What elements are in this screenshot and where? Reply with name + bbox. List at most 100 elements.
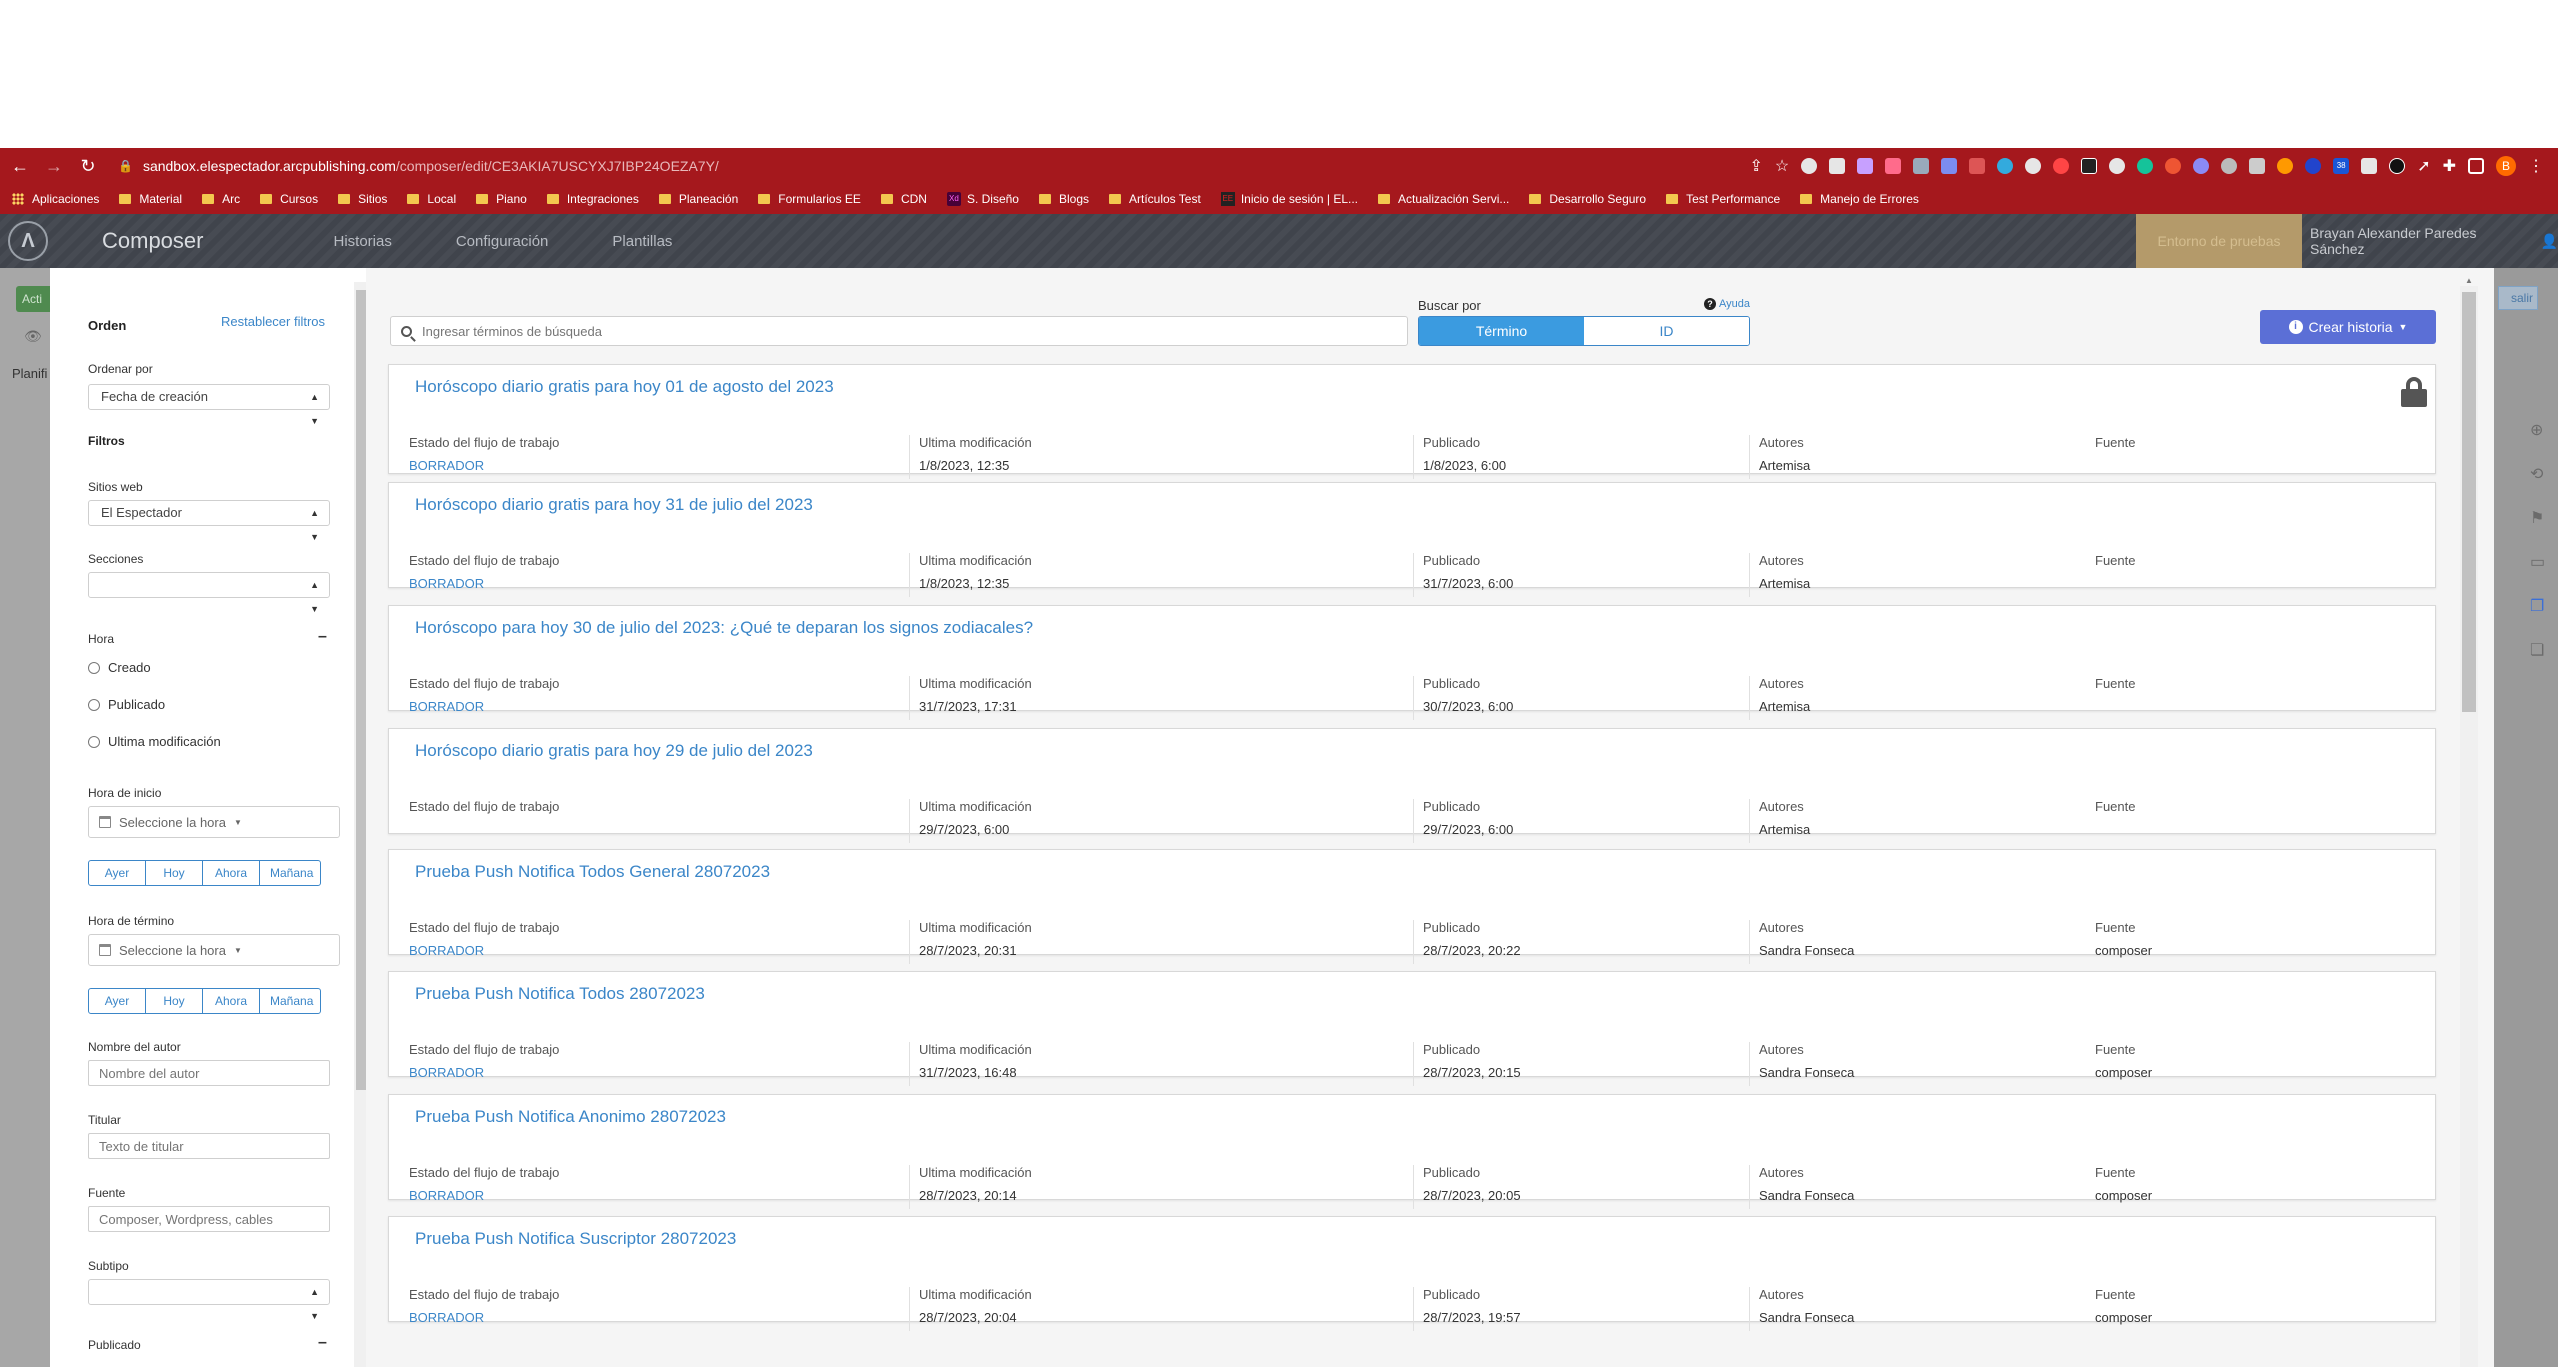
story-title-link[interactable]: Horóscopo diario gratis para hoy 29 de j… [415, 741, 813, 761]
help-link[interactable]: ? Ayuda [1704, 298, 1750, 310]
menu-kebab-icon[interactable]: ⋮ [2528, 156, 2544, 176]
story-title-link[interactable]: Prueba Push Notifica Suscriptor 28072023 [415, 1229, 736, 1249]
sort-by-select[interactable]: Fecha de creación ▲ ▼ [88, 384, 330, 426]
story-meta-value[interactable]: BORRADOR [409, 1188, 559, 1203]
star-icon[interactable]: ☆ [1775, 156, 1789, 176]
nav-plantillas[interactable]: Plantillas [612, 233, 672, 250]
extension-icon[interactable] [2361, 158, 2378, 174]
story-meta-value[interactable]: BORRADOR [409, 699, 559, 714]
extension-icon[interactable] [2053, 158, 2070, 174]
arc-logo-icon[interactable]: Λ [8, 221, 48, 261]
end-today-button[interactable]: Hoy [145, 988, 203, 1014]
search-by-term-button[interactable]: Término [1419, 317, 1584, 345]
bookmark-item[interactable]: Actualización Servi... [1378, 192, 1509, 206]
end-yesterday-button[interactable]: Ayer [88, 988, 146, 1014]
websites-select[interactable]: El Espectador ▲ ▼ [88, 500, 330, 542]
extension-icon[interactable] [2389, 158, 2406, 174]
puzzle-icon[interactable]: ✚ [2443, 156, 2456, 176]
end-time-picker[interactable]: Seleccione la hora ▼ [88, 934, 340, 966]
story-title-link[interactable]: Horóscopo para hoy 30 de julio del 2023:… [415, 618, 1033, 638]
bookmark-item[interactable]: Test Performance [1666, 192, 1780, 206]
bookmark-item[interactable]: Integraciones [546, 192, 639, 206]
bookmark-item[interactable]: Local [407, 192, 456, 206]
collapse-time-icon[interactable]: – [318, 628, 327, 646]
extension-icon[interactable] [1857, 158, 1874, 174]
subtype-select[interactable]: ▲ ▼ [88, 1279, 330, 1321]
nav-configuracion[interactable]: Configuración [456, 233, 549, 250]
story-title-link[interactable]: Horóscopo diario gratis para hoy 31 de j… [415, 495, 813, 515]
radio-icon[interactable] [88, 661, 100, 674]
bookmark-item[interactable]: Sitios [338, 192, 387, 206]
story-card[interactable]: Horóscopo diario gratis para hoy 01 de a… [388, 364, 2436, 479]
radio-created[interactable]: Creado [88, 660, 151, 675]
extension-icon[interactable] [2025, 158, 2042, 174]
radio-icon[interactable] [88, 735, 100, 748]
story-card[interactable]: Prueba Push Notifica Todos 28072023 Estad… [388, 971, 2436, 1086]
start-yesterday-button[interactable]: Ayer [88, 860, 146, 886]
story-card[interactable]: Horóscopo diario gratis para hoy 31 de j… [388, 482, 2436, 597]
source-input[interactable] [88, 1206, 330, 1232]
extension-icon[interactable]: ➚ [2417, 156, 2430, 176]
story-meta-value[interactable]: BORRADOR [409, 576, 559, 591]
extension-icon[interactable] [1829, 158, 1846, 174]
story-meta-value[interactable]: BORRADOR [409, 458, 559, 473]
extension-icon[interactable] [1913, 158, 1930, 174]
sections-select[interactable]: ▲ ▼ [88, 572, 330, 614]
story-meta-value[interactable]: BORRADOR [409, 943, 559, 958]
extension-icon[interactable] [2137, 158, 2154, 174]
bookmark-item[interactable]: Aplicaciones [12, 192, 99, 206]
reset-filters-link[interactable]: Restablecer filtros [221, 314, 325, 329]
url-field[interactable]: 🔒 sandbox.elespectador.arcpublishing.com… [118, 152, 719, 180]
story-card[interactable]: Prueba Push Notifica Suscriptor 28072023… [388, 1216, 2436, 1331]
story-meta-value[interactable]: BORRADOR [409, 1310, 559, 1325]
bookmark-item[interactable]: Material [119, 192, 182, 206]
bookmark-item[interactable]: Artículos Test [1109, 192, 1201, 206]
extension-icon[interactable] [1997, 158, 2014, 174]
bookmark-item[interactable]: Xd S. Diseño [946, 192, 1019, 206]
collapse-published-icon[interactable]: – [318, 1334, 327, 1352]
story-title-link[interactable]: Horóscopo diario gratis para hoy 01 de a… [415, 377, 834, 397]
bookmark-item[interactable]: Cursos [260, 192, 318, 206]
extension-icon[interactable] [1941, 158, 1958, 174]
story-card[interactable]: Prueba Push Notifica Anonimo 28072023 Est… [388, 1094, 2436, 1209]
story-card[interactable]: Prueba Push Notifica Todos General 28072… [388, 849, 2436, 964]
search-box[interactable] [390, 316, 1408, 346]
extension-icon[interactable] [2249, 158, 2266, 174]
bookmark-item[interactable]: Desarrollo Seguro [1529, 192, 1646, 206]
extension-icon[interactable]: 38 [2333, 158, 2350, 174]
user-menu[interactable]: Brayan Alexander Paredes Sánchez 👤 [2310, 214, 2558, 268]
bookmark-item[interactable]: EE Inicio de sesión | EL... [1220, 192, 1358, 206]
share-icon[interactable]: ⇪ [1749, 156, 1762, 176]
bookmark-item[interactable]: Blogs [1038, 192, 1089, 206]
story-meta-value[interactable] [409, 822, 559, 837]
bookmark-item[interactable]: Piano [476, 192, 527, 206]
extension-icon[interactable] [2165, 158, 2182, 174]
end-tomorrow-button[interactable]: Mañana [259, 988, 321, 1014]
bookmark-item[interactable]: Manejo de Errores [1800, 192, 1919, 206]
extension-icon[interactable] [2081, 158, 2098, 174]
reload-icon[interactable]: ↻ [74, 156, 102, 177]
extension-icon[interactable] [1801, 158, 1818, 174]
author-input[interactable] [88, 1060, 330, 1086]
headline-input[interactable] [88, 1133, 330, 1159]
scroll-up-icon[interactable]: ▲ [2462, 276, 2476, 285]
nav-historias[interactable]: Historias [333, 233, 391, 250]
results-scrollbar-thumb[interactable] [2462, 292, 2476, 712]
sidebar-toggle-icon[interactable] [2468, 158, 2484, 174]
bookmark-item[interactable]: Planeación [658, 192, 738, 206]
story-meta-value[interactable]: BORRADOR [409, 1065, 559, 1080]
search-by-id-button[interactable]: ID [1584, 317, 1749, 345]
extension-icon[interactable] [2277, 158, 2294, 174]
sidebar-scrollbar-thumb[interactable] [356, 290, 366, 1090]
radio-published[interactable]: Publicado [88, 697, 165, 712]
radio-last-modified[interactable]: Ultima modificación [88, 734, 221, 749]
start-now-button[interactable]: Ahora [202, 860, 260, 886]
search-input[interactable] [422, 323, 1382, 339]
extension-icon[interactable] [2193, 158, 2210, 174]
story-card[interactable]: Horóscopo para hoy 30 de julio del 2023:… [388, 605, 2436, 720]
create-story-button[interactable]: i Crear historia ▼ [2260, 310, 2436, 344]
bookmark-item[interactable]: Arc [202, 192, 240, 206]
extension-icon[interactable] [2109, 158, 2126, 174]
start-time-picker[interactable]: Seleccione la hora ▼ [88, 806, 340, 838]
start-today-button[interactable]: Hoy [145, 860, 203, 886]
